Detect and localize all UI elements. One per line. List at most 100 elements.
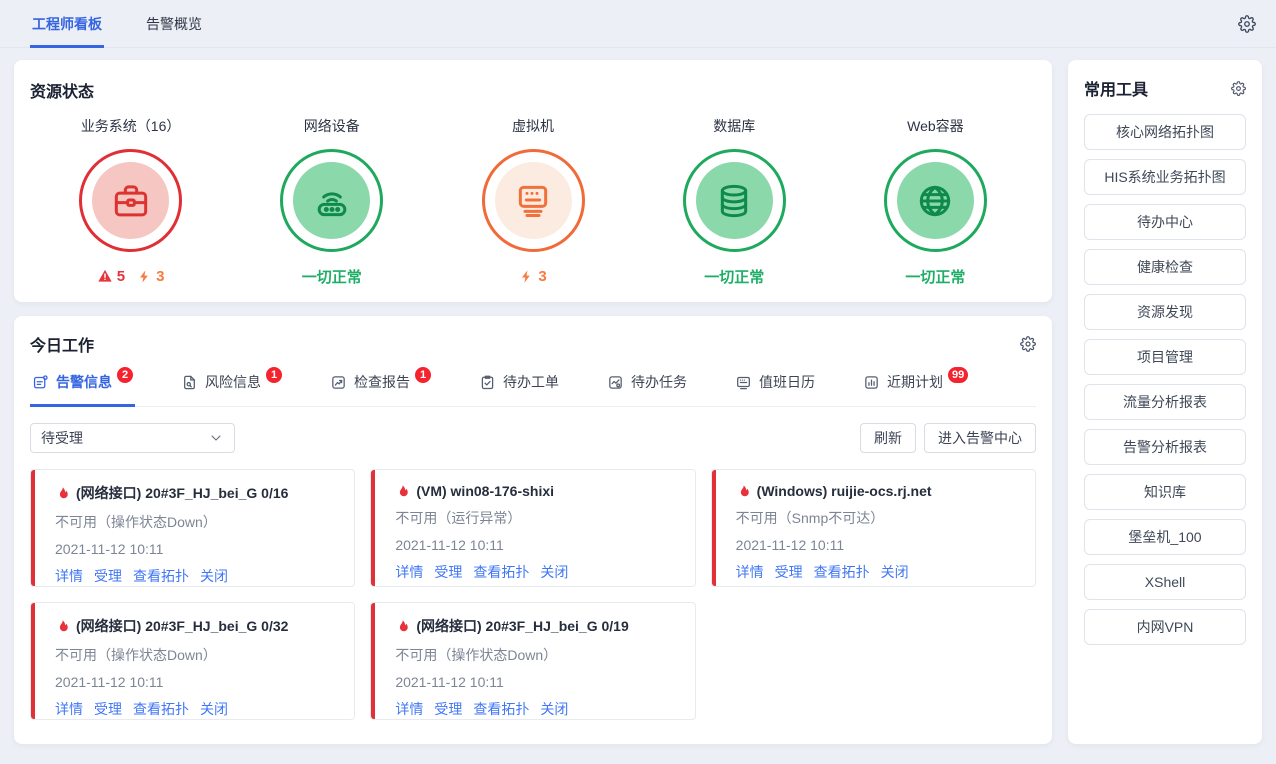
tab-todo-tasks[interactable]: 待办任务	[605, 370, 689, 407]
tool-xshell[interactable]: XShell	[1084, 564, 1246, 600]
alert-cards: (网络接口) 20#3F_HJ_bei_G 0/16 不可用（操作状态Down）…	[30, 469, 1036, 720]
tab-alert-overview[interactable]: 告警概览	[144, 0, 204, 48]
resource-label: 数据库	[713, 116, 755, 136]
briefcase-icon	[111, 181, 151, 221]
plan-icon	[863, 374, 880, 391]
view-topology-link[interactable]: 查看拓扑	[473, 699, 529, 719]
accept-link[interactable]: 受理	[94, 699, 122, 719]
tab-risk-info[interactable]: 风险信息 1	[179, 370, 284, 407]
lightning-icon	[137, 269, 152, 284]
resource-label: Web容器	[907, 116, 964, 136]
close-link[interactable]: 关闭	[200, 566, 228, 586]
tab-inspection-report[interactable]: 检查报告 1	[328, 370, 433, 407]
today-work-tabs: 告警信息 2 风险信息 1 检查报告 1 待办工单	[30, 370, 1036, 407]
tool-traffic-analysis-report[interactable]: 流量分析报表	[1084, 384, 1246, 420]
refresh-button[interactable]: 刷新	[860, 423, 916, 453]
resource-databases: 数据库 一切正常	[634, 116, 835, 287]
resource-status-text: 一切正常	[704, 265, 764, 287]
tool-bastion-host[interactable]: 堡垒机_100	[1084, 519, 1246, 555]
fire-icon	[395, 484, 410, 499]
tool-resource-discovery[interactable]: 资源发现	[1084, 294, 1246, 330]
alert-status: 不可用（Snmp不可达）	[736, 508, 1023, 528]
alert-status: 不可用（操作状态Down）	[395, 645, 682, 665]
detail-link[interactable]: 详情	[395, 562, 423, 582]
accept-link[interactable]: 受理	[775, 562, 803, 582]
accept-link[interactable]: 受理	[434, 562, 462, 582]
alert-time: 2021-11-12 10:11	[55, 541, 342, 557]
vm-icon	[513, 181, 553, 221]
view-topology-link[interactable]: 查看拓扑	[133, 566, 189, 586]
settings-gear-icon[interactable]	[1238, 15, 1256, 33]
tab-badge: 1	[266, 367, 282, 383]
today-work-gear-icon[interactable]	[1020, 336, 1036, 352]
warning-icon	[97, 268, 113, 284]
tab-duty-calendar[interactable]: 值班日历	[733, 370, 817, 407]
tab-badge: 1	[415, 367, 431, 383]
fire-icon	[55, 486, 70, 501]
detail-link[interactable]: 详情	[395, 699, 423, 719]
accept-link[interactable]: 受理	[434, 699, 462, 719]
alert-time: 2021-11-12 10:11	[736, 537, 1023, 553]
tab-label: 工程师看板	[32, 14, 102, 34]
resource-label: 虚拟机	[512, 116, 554, 136]
resource-circle-web-containers[interactable]	[884, 149, 987, 252]
alert-status: 不可用（操作状态Down）	[55, 512, 342, 532]
alert-status: 不可用（运行异常）	[395, 508, 682, 528]
resource-status-title: 资源状态	[30, 78, 1036, 102]
tool-alert-analysis-report[interactable]: 告警分析报表	[1084, 429, 1246, 465]
tab-badge: 99	[948, 367, 968, 383]
tab-recent-plans[interactable]: 近期计划 99	[861, 370, 970, 407]
tool-intranet-vpn[interactable]: 内网VPN	[1084, 609, 1246, 645]
tab-label: 告警概览	[146, 14, 202, 34]
tool-project-management[interactable]: 项目管理	[1084, 339, 1246, 375]
tools-gear-icon[interactable]	[1231, 81, 1246, 96]
view-topology-link[interactable]: 查看拓扑	[814, 562, 870, 582]
close-link[interactable]: 关闭	[540, 562, 568, 582]
detail-link[interactable]: 详情	[55, 699, 83, 719]
tool-todo-center[interactable]: 待办中心	[1084, 204, 1246, 240]
common-tools-panel: 常用工具 核心网络拓扑图 HIS系统业务拓扑图 待办中心 健康检查 资源发现 项…	[1068, 60, 1262, 744]
chevron-down-icon	[208, 430, 224, 446]
alert-card: (网络接口) 20#3F_HJ_bei_G 0/16 不可用（操作状态Down）…	[30, 469, 355, 587]
tab-alert-info[interactable]: 告警信息 2	[30, 370, 135, 407]
resource-web-containers: Web容器 一切正常	[835, 116, 1036, 287]
alert-time: 2021-11-12 10:11	[395, 674, 682, 690]
tab-badge: 2	[117, 367, 133, 383]
detail-link[interactable]: 详情	[55, 566, 83, 586]
tool-list: 核心网络拓扑图 HIS系统业务拓扑图 待办中心 健康检查 资源发现 项目管理 流…	[1084, 114, 1246, 645]
status-filter-select[interactable]: 待受理	[30, 423, 235, 453]
warning-alert-count: 3	[519, 268, 546, 285]
fire-icon	[736, 484, 751, 499]
today-work-panel: 今日工作 告警信息 2 风险信息 1 检查报告 1	[14, 316, 1052, 744]
tool-knowledge-base[interactable]: 知识库	[1084, 474, 1246, 510]
fire-icon	[55, 619, 70, 634]
alert-card: (网络接口) 20#3F_HJ_bei_G 0/32 不可用（操作状态Down）…	[30, 602, 355, 720]
tool-health-check[interactable]: 健康检查	[1084, 249, 1246, 285]
warning-alert-count: 3	[137, 268, 164, 285]
risk-doc-icon	[181, 374, 198, 391]
resource-status-text: 一切正常	[905, 265, 965, 287]
resource-label: 业务系统（16）	[81, 116, 181, 136]
alert-time: 2021-11-12 10:11	[395, 537, 682, 553]
enter-alert-center-button[interactable]: 进入告警中心	[924, 423, 1036, 453]
tab-engineer-dashboard[interactable]: 工程师看板	[30, 0, 104, 48]
accept-link[interactable]: 受理	[94, 566, 122, 586]
resource-label: 网络设备	[304, 116, 360, 136]
calendar-icon	[735, 374, 752, 391]
resource-circle-virtual-machines[interactable]	[482, 149, 585, 252]
close-link[interactable]: 关闭	[540, 699, 568, 719]
task-icon	[607, 374, 624, 391]
view-topology-link[interactable]: 查看拓扑	[133, 699, 189, 719]
detail-link[interactable]: 详情	[736, 562, 764, 582]
tool-his-business-topology[interactable]: HIS系统业务拓扑图	[1084, 159, 1246, 195]
view-topology-link[interactable]: 查看拓扑	[473, 562, 529, 582]
resource-circle-business-systems[interactable]	[79, 149, 182, 252]
close-link[interactable]: 关闭	[200, 699, 228, 719]
tool-core-network-topology[interactable]: 核心网络拓扑图	[1084, 114, 1246, 150]
resource-business-systems: 业务系统（16） 5 3	[30, 116, 231, 287]
alert-status: 不可用（操作状态Down）	[55, 645, 342, 665]
resource-circle-network-devices[interactable]	[280, 149, 383, 252]
close-link[interactable]: 关闭	[881, 562, 909, 582]
tab-todo-tickets[interactable]: 待办工单	[477, 370, 561, 407]
resource-circle-databases[interactable]	[683, 149, 786, 252]
